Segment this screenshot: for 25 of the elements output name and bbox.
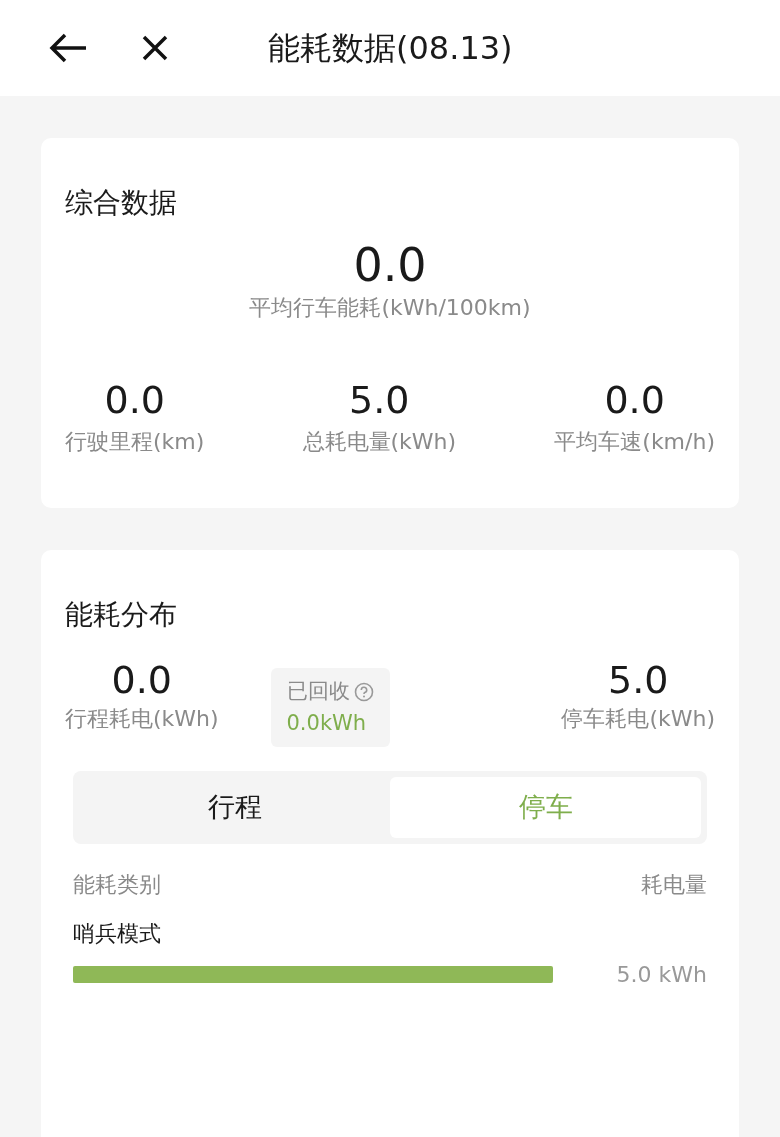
section-title: 能耗分布	[65, 597, 178, 634]
stat-value: 0.0	[103, 379, 166, 422]
usage-value: 5.0 kWh	[616, 960, 707, 989]
stat-value: 5.0	[348, 379, 411, 422]
page-title: 能耗数据(08.13)	[268, 28, 513, 69]
close-icon[interactable]	[142, 35, 168, 61]
stat-label: 行程耗电(kWh)	[65, 705, 219, 734]
category-name: 哨兵模式	[73, 919, 162, 948]
help-icon[interactable]	[353, 682, 374, 703]
stat-value: 0.0	[353, 240, 427, 291]
segment-tab[interactable]: 行程	[79, 777, 390, 838]
column-header: 能耗类别	[73, 870, 161, 899]
recovered-label: 已回收	[286, 678, 350, 706]
recovered-value: 0.0kWh	[286, 709, 368, 737]
stat-label: 平均行车能耗(kWh/100km)	[249, 294, 531, 320]
section-title: 综合数据	[65, 185, 178, 221]
stat-label: 平均车速(km/h)	[554, 428, 715, 457]
stat-value: 0.0	[110, 660, 173, 703]
back-icon[interactable]	[48, 32, 88, 64]
column-header: 耗电量	[641, 870, 707, 899]
stat-label: 行驶里程(km)	[65, 428, 205, 457]
stat-label: 停车耗电(kWh)	[561, 705, 715, 734]
stat-value: 0.0	[603, 379, 666, 422]
stat-value: 5.0	[606, 660, 670, 703]
stat-label: 总耗电量(kWh)	[302, 428, 457, 457]
